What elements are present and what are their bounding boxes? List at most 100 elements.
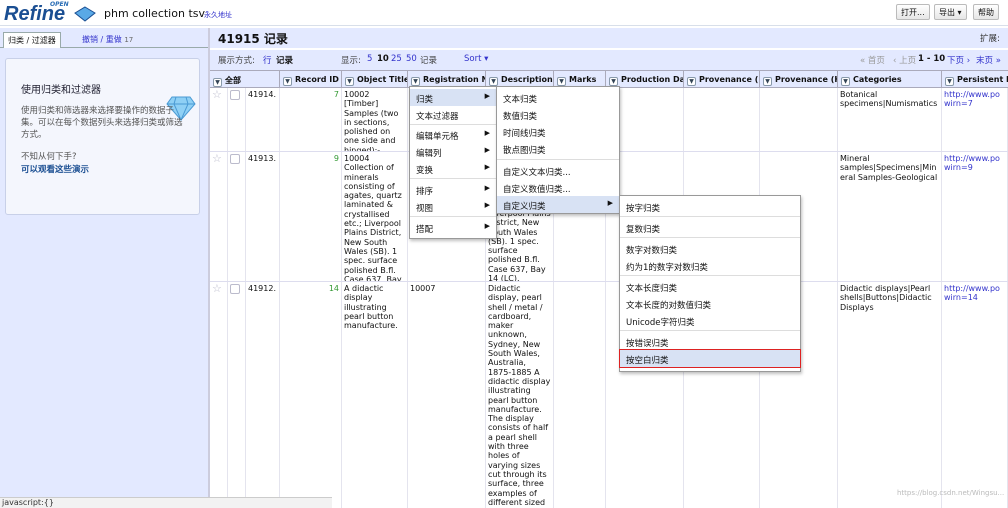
- dropdown-icon[interactable]: ▼: [213, 78, 222, 87]
- col-persistent-link[interactable]: ▼Persistent Li: [942, 71, 1008, 89]
- dropdown-icon[interactable]: ▼: [557, 77, 566, 86]
- dropdown-icon[interactable]: ▼: [283, 77, 292, 86]
- menu-item-text-length-facet[interactable]: 文本长度归类: [620, 278, 800, 295]
- star-icon[interactable]: ☆: [210, 282, 228, 508]
- menu-separator: [620, 237, 800, 238]
- dropdown-icon[interactable]: ▼: [945, 77, 954, 86]
- dropdown-icon[interactable]: ▼: [411, 77, 420, 86]
- menu-item-text-facet[interactable]: 文本归类: [497, 89, 619, 106]
- menu-item-numeric-log-facet[interactable]: 数字对数归类: [620, 240, 800, 257]
- cell-record-id[interactable]: 9: [280, 152, 342, 281]
- undo-count: 17: [124, 36, 134, 44]
- customized-facets-submenu: 按字归类 复数归类 数字对数归类 约为1的数字对数归类 文本长度归类 文本长度的…: [619, 195, 801, 372]
- first-page[interactable]: « 首页: [860, 54, 885, 66]
- menu-item-sort[interactable]: 排序 ▶: [410, 181, 496, 198]
- open-button[interactable]: 打开...: [896, 4, 930, 20]
- star-icon[interactable]: ☆: [210, 152, 228, 281]
- menu-item-numeric-facet[interactable]: 数值归类: [497, 106, 619, 123]
- cell-object-title[interactable]: 10002 [Timber] Samples (two in sections,…: [342, 88, 408, 151]
- tab-undo-redo[interactable]: 撤销 / 重做 17: [78, 32, 137, 48]
- permalink[interactable]: 永久地址: [204, 10, 232, 20]
- chevron-right-icon: ▶: [484, 222, 490, 230]
- facet-submenu: 文本归类 数值归类 时间线归类 散点图归类 自定义文本归类... 自定义数值归类…: [496, 86, 620, 214]
- cell-categories[interactable]: Didactic displays|Pearl shells|Buttons|D…: [838, 282, 942, 508]
- cell-record-id[interactable]: 14: [280, 282, 342, 508]
- cell-marks[interactable]: [554, 282, 606, 508]
- help-button[interactable]: 帮助: [973, 4, 999, 20]
- menu-separator: [620, 330, 800, 331]
- menu-item-text-filter[interactable]: 文本过滤器: [410, 106, 496, 123]
- sort-dropdown[interactable]: Sort ▾: [464, 54, 488, 64]
- cell-categories[interactable]: Botanical specimens|Numismatics: [838, 88, 942, 151]
- menu-separator: [620, 275, 800, 276]
- openrefine-logo[interactable]: Refine OPEN: [4, 1, 96, 25]
- page-size-50[interactable]: 50: [406, 54, 417, 64]
- col-record-id[interactable]: ▼ Record ID: [280, 71, 342, 89]
- cell-object-title[interactable]: A didactic display illustrating pearl bu…: [342, 282, 408, 508]
- menu-item-customized-facets[interactable]: 自定义归类 ▶: [497, 196, 619, 213]
- next-page[interactable]: 下页 ›: [947, 54, 970, 66]
- facet-help-box: 使用归类和过滤器 使用归类和筛选器来选择要操作的数据子集。可以在每个数据列头来选…: [5, 58, 200, 215]
- cell-categories[interactable]: Mineral samples|Specimens|Mineral Sample…: [838, 152, 942, 281]
- menu-item-duplicates-facet[interactable]: 复数归类: [620, 219, 800, 236]
- col-all[interactable]: ▼ 全部: [210, 71, 280, 89]
- dropdown-icon[interactable]: ▼: [609, 77, 618, 86]
- cell-persistent-link[interactable]: http://www.powirn=9: [942, 152, 1008, 281]
- star-icon[interactable]: ☆: [210, 88, 228, 151]
- col-categories[interactable]: ▼ Categories: [838, 71, 942, 89]
- page-size-10[interactable]: 10: [377, 54, 389, 64]
- view-rows-link[interactable]: 行: [263, 54, 272, 66]
- menu-item-word-facet[interactable]: 按字归类: [620, 198, 800, 215]
- dropdown-icon[interactable]: ▼: [687, 77, 696, 86]
- chevron-right-icon: ▶: [484, 163, 490, 171]
- last-page[interactable]: 末页 »: [976, 54, 1001, 66]
- col-provenance-his[interactable]: ▼Provenance (His: [760, 71, 838, 89]
- page-size-25[interactable]: 25: [391, 54, 402, 64]
- cell-provenance-pro[interactable]: [684, 88, 760, 151]
- menu-item-bounded-log-facet[interactable]: 约为1的数字对数归类: [620, 257, 800, 274]
- menu-item-reconcile[interactable]: 搭配 ▶: [410, 219, 496, 236]
- menu-item-blank-facet[interactable]: 按空白归类: [619, 349, 801, 368]
- screencasts-link[interactable]: 可以观看这些演示: [21, 163, 89, 175]
- left-tabs: 归类 / 过滤器 撤销 / 重做 17: [0, 28, 208, 48]
- menu-item-view[interactable]: 视图 ▶: [410, 198, 496, 215]
- menu-item-transpose[interactable]: 变换 ▶: [410, 160, 496, 177]
- app-header: Refine OPEN phm collection tsv 永久地址 打开..…: [0, 0, 1008, 26]
- flag-icon[interactable]: [228, 282, 246, 508]
- export-button[interactable]: 导出 ▾: [934, 4, 967, 20]
- menu-item-custom-text-facet[interactable]: 自定义文本归类...: [497, 162, 619, 179]
- page-size-5[interactable]: 5: [367, 54, 372, 64]
- menu-item-edit-column[interactable]: 编辑列 ▶: [410, 143, 496, 160]
- view-records-link[interactable]: 记录: [276, 54, 293, 66]
- dropdown-icon[interactable]: ▼: [345, 77, 354, 86]
- dropdown-icon[interactable]: ▼: [763, 77, 772, 86]
- prev-page[interactable]: ‹ 上页: [893, 54, 916, 66]
- menu-item-log-text-length-facet[interactable]: 文本长度的对数值归类: [620, 295, 800, 312]
- cell-persistent-link[interactable]: http://www.powirn=7: [942, 88, 1008, 151]
- logo-badge: OPEN: [50, 1, 69, 8]
- flag-icon[interactable]: [228, 152, 246, 281]
- status-bar: javascript:{}: [0, 497, 332, 508]
- expand-label[interactable]: 扩展:: [980, 32, 1000, 44]
- cell-registration[interactable]: 10007: [408, 282, 486, 508]
- menu-item-timeline-facet[interactable]: 时间线归类: [497, 123, 619, 140]
- menu-item-error-facet[interactable]: 按错误归类: [620, 333, 800, 350]
- dropdown-icon[interactable]: ▼: [489, 77, 498, 86]
- cell-description[interactable]: Didactic display, pearl shell / metal / …: [486, 282, 554, 508]
- cell-object-title[interactable]: 10004 Collection of minerals consisting …: [342, 152, 408, 281]
- menu-item-scatterplot-facet[interactable]: 散点图归类: [497, 140, 619, 157]
- col-provenance-pro[interactable]: ▼Provenance (Pro: [684, 71, 760, 89]
- menu-separator: [410, 124, 496, 125]
- cell-persistent-link[interactable]: http://www.powirn=14: [942, 282, 1008, 508]
- menu-item-custom-numeric-facet[interactable]: 自定义数值归类...: [497, 179, 619, 196]
- col-object-title[interactable]: ▼ Object Title: [342, 71, 408, 89]
- flag-icon[interactable]: [228, 88, 246, 151]
- menu-item-unicode-facet[interactable]: Unicode字符归类: [620, 312, 800, 329]
- menu-item-facet[interactable]: 归类 ▶: [410, 89, 496, 106]
- cell-record-id[interactable]: 7: [280, 88, 342, 151]
- dropdown-icon[interactable]: ▼: [841, 77, 850, 86]
- menu-item-edit-cells[interactable]: 编辑单元格 ▶: [410, 126, 496, 143]
- project-name[interactable]: phm collection tsv: [104, 7, 205, 20]
- tab-facets[interactable]: 归类 / 过滤器: [3, 32, 61, 48]
- cell-provenance-his[interactable]: [760, 88, 838, 151]
